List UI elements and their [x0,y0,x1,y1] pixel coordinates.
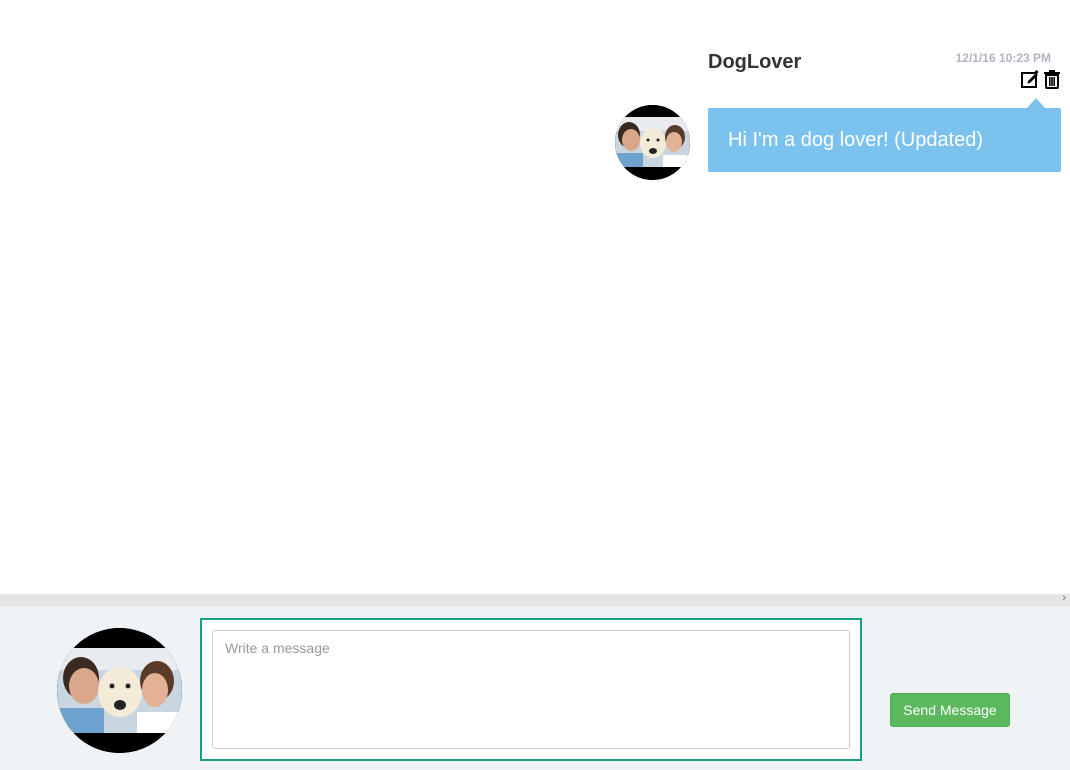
user-avatar [57,628,182,753]
scroll-right-arrow[interactable]: › [1062,592,1066,604]
message-input[interactable] [212,630,850,749]
message-actions [1020,68,1062,90]
send-message-button[interactable]: Send Message [890,693,1010,727]
trash-icon[interactable] [1042,68,1062,90]
message-input-frame [200,618,862,761]
message-timestamp: 12/1/16 10:23 PM [955,51,1051,65]
message-username: DogLover [708,51,802,73]
message-bubble: Hi I'm a dog lover! (Updated) [708,98,1061,172]
chat-message-area: DogLover 12/1/16 10:23 PM Hi I'm a dog l… [0,0,1070,594]
edit-icon[interactable] [1020,68,1040,90]
message-composer: Send Message [0,606,1070,770]
message-avatar [615,105,690,180]
horizontal-scrollbar[interactable]: › [0,592,1070,606]
message-text: Hi I'm a dog lover! (Updated) [728,128,984,151]
